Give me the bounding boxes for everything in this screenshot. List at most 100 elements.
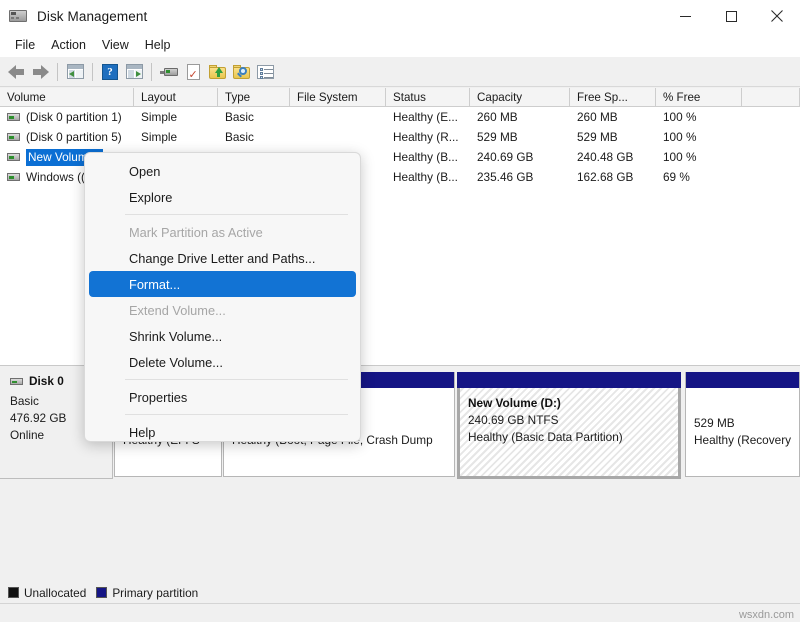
properties-icon[interactable]: ✓ bbox=[181, 60, 205, 84]
menu-help[interactable]: Help bbox=[137, 36, 179, 54]
disk-management-window: Disk Management File Action View Help bbox=[0, 0, 800, 622]
column-header-free[interactable]: % Free bbox=[656, 88, 742, 107]
cell-free-space: 529 MB bbox=[570, 127, 656, 147]
forward-arrow-icon[interactable] bbox=[28, 60, 52, 84]
volume-drive-icon bbox=[7, 113, 20, 121]
column-header-layout[interactable]: Layout bbox=[134, 88, 218, 107]
volume-drive-icon bbox=[7, 153, 20, 161]
minimize-icon[interactable] bbox=[662, 0, 708, 32]
up-one-level-icon[interactable] bbox=[63, 60, 87, 84]
cell-capacity: 235.46 GB bbox=[470, 167, 570, 187]
column-header-status[interactable]: Status bbox=[386, 88, 470, 107]
rescan-disks-icon[interactable] bbox=[157, 60, 181, 84]
cell-file-system bbox=[290, 107, 386, 127]
toolbar-separator bbox=[92, 63, 93, 81]
partition-status: Healthy (Basic Data Partition) bbox=[468, 429, 670, 446]
cell-layout: Simple bbox=[134, 107, 218, 127]
column-header-file-system[interactable]: File System bbox=[290, 88, 386, 107]
ctx-format[interactable]: Format... bbox=[89, 271, 356, 297]
disk-name: Disk 0 bbox=[29, 374, 64, 388]
legend: Unallocated Primary partition bbox=[0, 582, 800, 604]
menu-file[interactable]: File bbox=[7, 36, 43, 54]
cell-free-space: 260 MB bbox=[570, 107, 656, 127]
legend-item: Unallocated bbox=[8, 586, 86, 600]
cell-capacity: 529 MB bbox=[470, 127, 570, 147]
toolbar: ? ✓ bbox=[0, 57, 800, 87]
disk-icon bbox=[10, 378, 23, 385]
partition-body: New Volume (D:)240.69 GB NTFSHealthy (Ba… bbox=[460, 388, 678, 476]
volume-name-cell[interactable]: (Disk 0 partition 1) bbox=[0, 107, 134, 127]
cell-type: Basic bbox=[218, 127, 290, 147]
column-header-blank[interactable] bbox=[742, 88, 800, 107]
ctx-properties[interactable]: Properties bbox=[89, 384, 356, 410]
volume-name-cell[interactable]: (Disk 0 partition 5) bbox=[0, 127, 134, 147]
legend-swatch bbox=[8, 587, 19, 598]
partition-size: 529 MB bbox=[694, 415, 791, 432]
watermark: wsxdn.com bbox=[739, 609, 794, 621]
column-header-free-sp[interactable]: Free Sp... bbox=[570, 88, 656, 107]
cell-file-system bbox=[290, 127, 386, 147]
column-header-capacity[interactable]: Capacity bbox=[470, 88, 570, 107]
cell-status: Healthy (E... bbox=[386, 107, 470, 127]
window-title: Disk Management bbox=[37, 9, 147, 24]
ctx-delete-volume[interactable]: Delete Volume... bbox=[89, 349, 356, 375]
partition-title: New Volume (D:) bbox=[468, 396, 670, 410]
cell-type: Basic bbox=[218, 107, 290, 127]
legend-label: Primary partition bbox=[112, 586, 198, 600]
partition-color-bar bbox=[686, 372, 799, 388]
part-new-volume[interactable]: New Volume (D:)240.69 GB NTFSHealthy (Ba… bbox=[457, 372, 681, 479]
part-recovery[interactable]: 529 MBHealthy (Recovery bbox=[685, 372, 800, 477]
close-icon[interactable] bbox=[754, 0, 800, 32]
partition-body: 529 MBHealthy (Recovery bbox=[686, 388, 799, 476]
toolbar-separator bbox=[57, 63, 58, 81]
table-row[interactable]: (Disk 0 partition 5) SimpleBasic Healthy (… bbox=[0, 127, 800, 147]
cell-status: Healthy (B... bbox=[386, 147, 470, 167]
partition-title-spacer bbox=[694, 396, 791, 415]
cell-capacity: 240.69 GB bbox=[470, 147, 570, 167]
cell-status: Healthy (B... bbox=[386, 167, 470, 187]
disk-drive-icon bbox=[9, 7, 27, 25]
column-header-type[interactable]: Type bbox=[218, 88, 290, 107]
legend-label: Unallocated bbox=[24, 586, 86, 600]
show-hide-console-tree-icon[interactable] bbox=[122, 60, 146, 84]
menu-action[interactable]: Action bbox=[43, 36, 94, 54]
find-icon[interactable] bbox=[229, 60, 253, 84]
cell-layout: Simple bbox=[134, 127, 218, 147]
volume-drive-icon bbox=[7, 173, 20, 181]
menu-separator bbox=[125, 214, 348, 215]
volume-list-header: VolumeLayoutTypeFile SystemStatusCapacit… bbox=[0, 88, 800, 107]
column-header-volume[interactable]: Volume bbox=[0, 88, 134, 107]
partition-status: Healthy (Recovery bbox=[694, 432, 791, 449]
menu-bar: File Action View Help bbox=[0, 32, 800, 57]
menu-view[interactable]: View bbox=[94, 36, 137, 54]
cell-free-space: 162.68 GB bbox=[570, 167, 656, 187]
title-bar: Disk Management bbox=[0, 0, 800, 32]
ctx-help[interactable]: Help bbox=[89, 419, 356, 442]
cell-percent-free: 100 % bbox=[656, 127, 742, 147]
window-controls bbox=[662, 0, 800, 32]
ctx-explore[interactable]: Explore bbox=[89, 184, 356, 210]
volume-drive-icon bbox=[7, 133, 20, 141]
maximize-icon[interactable] bbox=[708, 0, 754, 32]
toolbar-separator bbox=[151, 63, 152, 81]
menu-separator bbox=[125, 379, 348, 380]
ctx-change-drive-letter[interactable]: Change Drive Letter and Paths... bbox=[89, 245, 356, 271]
cell-capacity: 260 MB bbox=[470, 107, 570, 127]
export-list-icon[interactable] bbox=[205, 60, 229, 84]
volume-name-label: Windows (( bbox=[26, 170, 85, 184]
volume-name-label: (Disk 0 partition 5) bbox=[26, 130, 122, 144]
detail-view-icon[interactable] bbox=[253, 60, 277, 84]
cell-status: Healthy (R... bbox=[386, 127, 470, 147]
table-row[interactable]: (Disk 0 partition 1)SimpleBasic Healthy (… bbox=[0, 107, 800, 127]
cell-percent-free: 100 % bbox=[656, 107, 742, 127]
legend-item: Primary partition bbox=[96, 586, 198, 600]
cell-percent-free: 69 % bbox=[656, 167, 742, 187]
back-arrow-icon[interactable] bbox=[4, 60, 28, 84]
ctx-open[interactable]: Open bbox=[89, 158, 356, 184]
help-icon[interactable]: ? bbox=[98, 60, 122, 84]
volume-context-menu: OpenExplore Mark Partition as ActiveChang… bbox=[84, 152, 361, 442]
ctx-shrink-volume[interactable]: Shrink Volume... bbox=[89, 323, 356, 349]
status-bar: wsxdn.com bbox=[0, 604, 800, 622]
ctx-mark-partition-active: Mark Partition as Active bbox=[89, 219, 356, 245]
ctx-extend-volume: Extend Volume... bbox=[89, 297, 356, 323]
